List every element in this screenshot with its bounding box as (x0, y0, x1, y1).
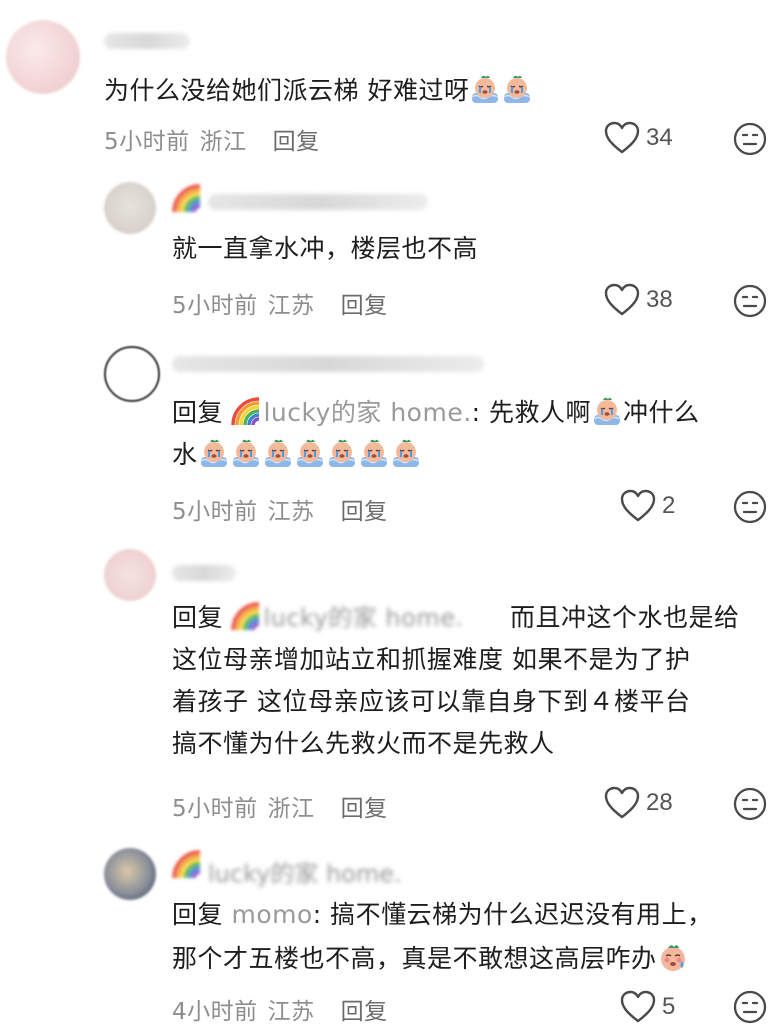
rainbow-emoji (231, 397, 263, 427)
comment-text: 回复 lucky的家 home. (172, 597, 464, 639)
rainbow-emoji (231, 602, 263, 632)
reply-prefix: 回复 (172, 603, 224, 632)
username-blurred[interactable] (208, 194, 428, 210)
crying-emoji (592, 395, 622, 427)
crying-emoji (391, 437, 421, 469)
comment-text: 回复 lucky的家 home.: 先救人啊 冲什么 (172, 392, 700, 434)
crying-emoji (502, 73, 532, 105)
crying-emoji (327, 437, 357, 469)
heart-outline-icon (604, 283, 640, 317)
like-count: 5 (662, 993, 676, 1020)
like-count: 2 (662, 492, 676, 519)
crying-emoji (359, 437, 389, 469)
username-blurred[interactable] (104, 33, 190, 49)
reply-target[interactable]: lucky的家 home. (263, 398, 471, 427)
comment-location: 浙江 (267, 796, 315, 822)
avatar[interactable] (104, 346, 160, 402)
dislike-face-icon[interactable] (733, 122, 767, 156)
comment-text: 就一直拿水冲，楼层也不高 (172, 234, 479, 263)
reply-item: 就一直拿水冲，楼层也不高 5小时前 江苏 回复 38 (0, 170, 780, 330)
comment-time: 5小时前 (172, 796, 258, 822)
crying-emoji (263, 437, 293, 469)
reply-prefix: 回复 (172, 398, 224, 427)
comment-location: 江苏 (267, 293, 315, 319)
rainbow-emoji (172, 184, 204, 214)
reply-item: 回复 lucky的家 home.: 先救人啊 冲什么 水 5小时前 江苏 回复 2 (0, 330, 780, 535)
comment-text: 而且冲这个水也是给 (510, 603, 740, 632)
avatar[interactable] (104, 848, 156, 900)
crying-emoji (470, 73, 500, 105)
sad-emoji (658, 941, 688, 973)
comment-time: 5小时前 (172, 499, 258, 525)
heart-outline-icon (620, 489, 656, 523)
username-blurred[interactable] (172, 356, 484, 372)
comment-text-line2: 那个才五楼也不高，真是不敢想这高层咋办 (172, 938, 689, 980)
heart-outline-icon (604, 786, 640, 820)
comment-meta: 5小时前 江苏 回复 (172, 286, 388, 320)
username-blurred[interactable]: lucky的家 home. (208, 854, 402, 889)
avatar[interactable] (6, 20, 80, 94)
like-button[interactable]: 28 (604, 786, 673, 820)
comment-meta: 5小时前 浙江 回复 (172, 789, 388, 823)
comment-text: 为什么没给她们派云梯 好难过呀 (104, 70, 533, 112)
rainbow-emoji (172, 850, 204, 880)
reply-button[interactable]: 回复 (341, 796, 388, 822)
dislike-face-icon[interactable] (733, 490, 767, 524)
reply-item: lucky的家 home. 回复 momo: 搞不懂云梯为什么迟迟没有用上， 那… (0, 840, 780, 1025)
like-count: 38 (646, 286, 673, 313)
like-button[interactable]: 2 (620, 489, 675, 523)
crying-emoji (231, 437, 261, 469)
comment-location: 江苏 (267, 499, 315, 525)
heart-outline-icon (604, 121, 640, 155)
reply-target[interactable]: momo (231, 900, 312, 929)
comment-location: 浙江 (199, 129, 247, 155)
comment-time: 4小时前 (172, 999, 258, 1025)
like-button[interactable]: 38 (604, 283, 673, 317)
reply-target-blurred[interactable]: lucky的家 home. (263, 604, 463, 632)
like-count: 28 (646, 789, 673, 816)
like-button[interactable]: 34 (604, 121, 673, 155)
comment-text-line3: 着孩子 这位母亲应该可以靠自身下到４楼平台 (172, 687, 691, 716)
crying-emoji (295, 437, 325, 469)
comment-item: 为什么没给她们派云梯 好难过呀 5小时前 浙江 回复 34 (0, 0, 780, 170)
comment-meta: 5小时前 江苏 回复 (172, 492, 388, 526)
reply-button[interactable]: 回复 (341, 499, 388, 525)
reply-button[interactable]: 回复 (273, 129, 320, 155)
dislike-face-icon[interactable] (733, 990, 767, 1024)
dislike-face-icon[interactable] (733, 284, 767, 318)
comment-time: 5小时前 (104, 129, 190, 155)
username-blurred[interactable] (172, 565, 236, 581)
comment-meta: 5小时前 浙江 回复 (104, 122, 320, 156)
comment-location: 江苏 (267, 999, 315, 1025)
avatar[interactable] (104, 182, 156, 234)
comment-text-line2: 水 (172, 434, 422, 476)
heart-outline-icon (620, 990, 656, 1024)
reply-button[interactable]: 回复 (341, 293, 388, 319)
like-button[interactable]: 5 (620, 990, 675, 1024)
dislike-face-icon[interactable] (733, 787, 767, 821)
reply-item: 回复 lucky的家 home. 而且冲这个水也是给 这位母亲增加站立和抓握难度… (0, 535, 780, 840)
comment-text-line4: 搞不懂为什么先救火而不是先救人 (172, 729, 555, 758)
avatar[interactable] (104, 549, 156, 601)
crying-emoji (199, 437, 229, 469)
comment-time: 5小时前 (172, 293, 258, 319)
reply-button[interactable]: 回复 (341, 999, 388, 1025)
reply-prefix: 回复 (172, 900, 224, 929)
comment-text: 回复 momo: 搞不懂云梯为什么迟迟没有用上， (172, 900, 713, 929)
like-count: 34 (646, 124, 673, 151)
comment-text-line2: 这位母亲增加站立和抓握难度 如果不是为了护 (172, 645, 691, 674)
